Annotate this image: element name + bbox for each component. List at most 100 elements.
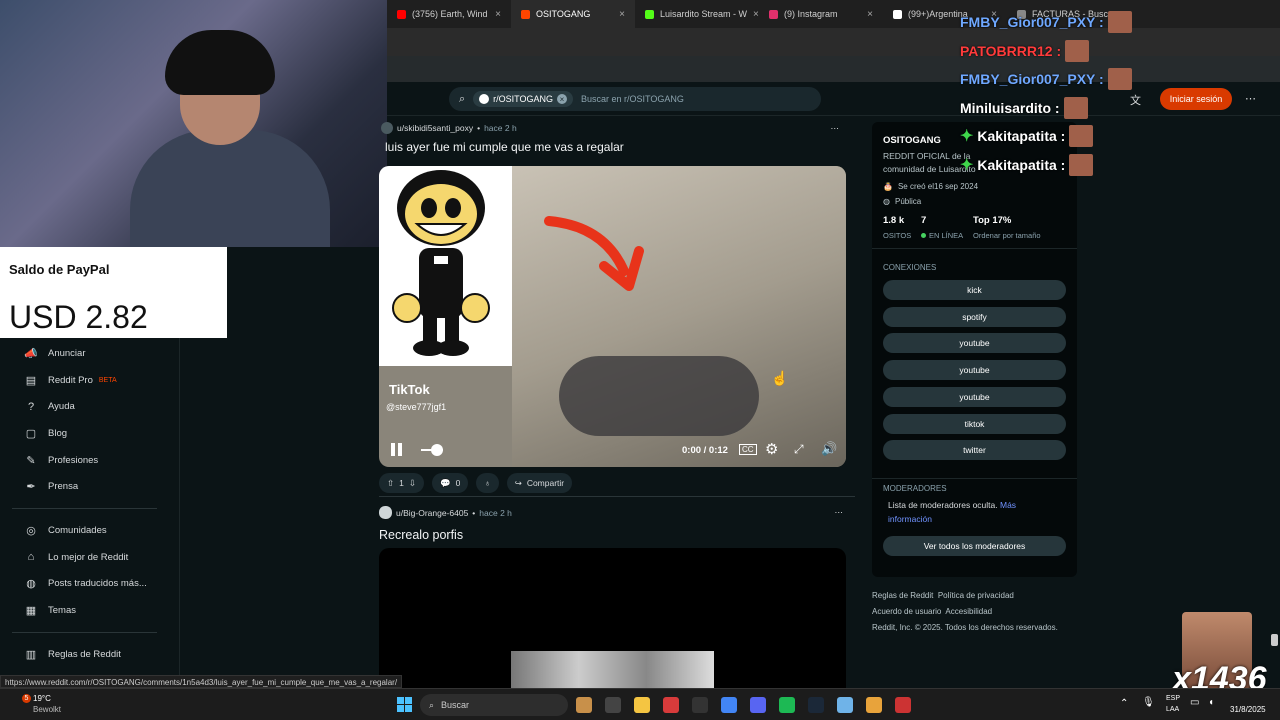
chat-message: FMBY_Gior007_PXY : (960, 8, 1140, 37)
weather-desc[interactable]: Bewolkt (33, 705, 61, 714)
close-tab-icon[interactable]: × (495, 9, 501, 20)
keyboard-lang[interactable]: ESP (1166, 695, 1180, 702)
sidebar-item-comunidades[interactable]: ◎ Comunidades (0, 517, 179, 544)
more-options-icon[interactable]: ⋯ (1245, 92, 1256, 105)
chat-message: FMBY_Gior007_PXY : (960, 65, 1140, 94)
sidebar-item-prensa[interactable]: ✒ Prensa (0, 473, 179, 500)
notepad-icon[interactable] (837, 697, 853, 713)
sidebar-item-temas[interactable]: ▦ Temas (0, 597, 179, 624)
app-stack-icon[interactable] (866, 697, 882, 713)
video-player[interactable] (379, 548, 846, 688)
connection-link-spotify[interactable]: spotify (883, 306, 1066, 327)
post-author[interactable]: u/skibidi5santi_poxy (397, 123, 473, 133)
connection-link-kick[interactable]: kick (883, 280, 1066, 300)
captions-icon[interactable]: CC (739, 444, 757, 455)
weather-temp[interactable]: 19°C (33, 694, 51, 703)
sidebar-item-posts-traducidos-m-s[interactable]: ◍ Posts traducidos más... (0, 571, 179, 598)
app-game-icon[interactable] (895, 697, 911, 713)
sidebar-item-profesiones[interactable]: ✎ Profesiones (0, 447, 179, 474)
chat-emote-icon (1107, 11, 1132, 34)
video-player[interactable]: TikTok @steve777jgf1 0:00 / 0:12 CC ⚙ ⤢ … (379, 166, 846, 467)
downvote-icon[interactable]: ⇩ (409, 478, 416, 489)
login-button[interactable]: Iniciar sesión (1160, 88, 1232, 110)
tray-up-icon[interactable]: ⌃ (1120, 698, 1128, 709)
mic-icon[interactable]: 🎙 (1142, 697, 1155, 708)
file-explorer-icon[interactable] (634, 697, 650, 713)
chat-username: PATOBRRR12 : (960, 42, 1062, 59)
speaker-icon[interactable]: ◖ (1208, 697, 1214, 708)
post-author[interactable]: u/Big-Orange-6405 (396, 508, 468, 518)
task-view-icon[interactable] (605, 697, 621, 713)
post-card[interactable]: u/skibidi5santi_poxy • hace 2 h ⋯ luis a… (381, 122, 857, 154)
scrollbar[interactable] (1271, 634, 1278, 646)
reddit-top-band (387, 56, 1280, 82)
search-bar[interactable]: ⌕ r/OSITOGANG × Buscar en r/OSITOGANG (449, 87, 821, 111)
connection-link-twitter[interactable]: twitter (883, 440, 1066, 461)
connection-link-youtube[interactable]: youtube (883, 360, 1066, 381)
sidebar-item-reddit-pro[interactable]: ▤ Reddit Pro BETA (0, 367, 179, 394)
close-tab-icon[interactable]: × (867, 9, 873, 20)
chrome-icon[interactable] (721, 697, 737, 713)
upvote-icon[interactable]: ⇧ (387, 478, 394, 489)
browser-tab[interactable]: (3756) Earth, Wind × (387, 0, 511, 28)
mute-icon[interactable]: 🔊 (821, 441, 837, 457)
taskbar-search[interactable]: ⌕ Buscar (420, 694, 568, 716)
connection-link-tiktok[interactable]: tiktok (883, 413, 1066, 434)
settings-gear-icon[interactable]: ⚙ (765, 440, 778, 458)
discord-icon[interactable] (750, 697, 766, 713)
connection-link-youtube[interactable]: youtube (883, 333, 1066, 354)
pause-icon[interactable] (391, 443, 403, 456)
vote-buttons[interactable]: ⇧ 1 ⇩ (379, 473, 424, 493)
author-avatar[interactable] (379, 506, 392, 519)
post-options-icon[interactable]: ⋯ (835, 507, 844, 518)
online-stat: 7 EN LÍNEA (921, 215, 963, 240)
steam-icon[interactable] (808, 697, 824, 713)
post-options-icon[interactable]: ⋯ (831, 123, 840, 134)
footer-link[interactable]: Acuerdo de usuario (872, 607, 941, 616)
sidebar-item-reglas-de-reddit[interactable]: ▥ Reglas de Reddit (0, 641, 179, 668)
windows-start-icon[interactable] (397, 697, 412, 712)
rank-stat[interactable]: Top 17% Ordenar por tamaño (973, 215, 1041, 240)
comments-button[interactable]: 💬 0 (431, 473, 469, 493)
clear-chip-icon[interactable]: × (557, 94, 568, 104)
members-count: 1.8 k (883, 215, 905, 226)
obs-icon[interactable] (692, 697, 708, 713)
chat-username: FMBY_Gior007_PXY : (960, 14, 1104, 31)
award-button[interactable]: ♁ (476, 473, 499, 493)
sidebar-item-label: Ayuda (48, 401, 75, 413)
connection-link-youtube[interactable]: youtube (883, 386, 1066, 407)
app-red-icon[interactable] (663, 697, 679, 713)
network-icon[interactable]: ▭ (1190, 697, 1199, 708)
moderators-note: Lista de moderadores oculta. Más informa… (888, 498, 1048, 526)
sidebar-item-ayuda[interactable]: ? Ayuda (0, 393, 179, 420)
footer-link[interactable]: Reglas de Reddit (872, 591, 933, 600)
browser-tab[interactable]: OSITOGANG × (511, 0, 635, 28)
fullscreen-icon[interactable]: ⤢ (794, 442, 804, 457)
clock-date[interactable]: 31/8/2025 (1230, 705, 1266, 714)
sidebar-item-anunciar[interactable]: 📣 Anunciar (0, 340, 179, 367)
sidebar-item-blog[interactable]: ▢ Blog (0, 420, 179, 447)
sidebar-item-lo-mejor-de-reddit[interactable]: ⌂ Lo mejor de Reddit (0, 544, 179, 571)
post-title[interactable]: luis ayer fue mi cumple que me vas a reg… (385, 140, 685, 154)
author-avatar[interactable] (381, 122, 393, 134)
post-card[interactable]: u/Big-Orange-6405 • hace 2 h ⋯ Recrealo … (379, 506, 849, 542)
search-input[interactable]: Buscar en r/OSITOGANG (581, 94, 684, 104)
view-moderators-button[interactable]: Ver todos los moderadores (883, 536, 1066, 556)
close-tab-icon[interactable]: × (619, 9, 625, 20)
subreddit-chip[interactable]: r/OSITOGANG × (473, 91, 574, 107)
rank-label[interactable]: Ordenar por tamaño (973, 231, 1041, 240)
tab-label: OSITOGANG (536, 9, 591, 19)
footer-link[interactable]: Política de privacidad (938, 591, 1014, 600)
keyboard-lang2[interactable]: LAA (1166, 706, 1179, 713)
share-button[interactable]: ↪ Compartir (506, 473, 573, 493)
browser-tab[interactable]: Luisardito Stream - W × (635, 0, 759, 28)
post-title[interactable]: Recrealo porfis (379, 528, 849, 542)
food-app-icon[interactable] (576, 697, 592, 713)
volume-slider-handle[interactable] (431, 444, 443, 456)
streamer-hoodie (130, 130, 330, 247)
footer-link[interactable]: Accesibilidad (945, 607, 992, 616)
spotify-icon[interactable] (779, 697, 795, 713)
browser-tab-bar: (3756) Earth, Wind × OSITOGANG × Luisardito … (387, 0, 1280, 28)
browser-tab[interactable]: (9) Instagram × (759, 0, 883, 28)
close-tab-icon[interactable]: × (753, 9, 759, 20)
